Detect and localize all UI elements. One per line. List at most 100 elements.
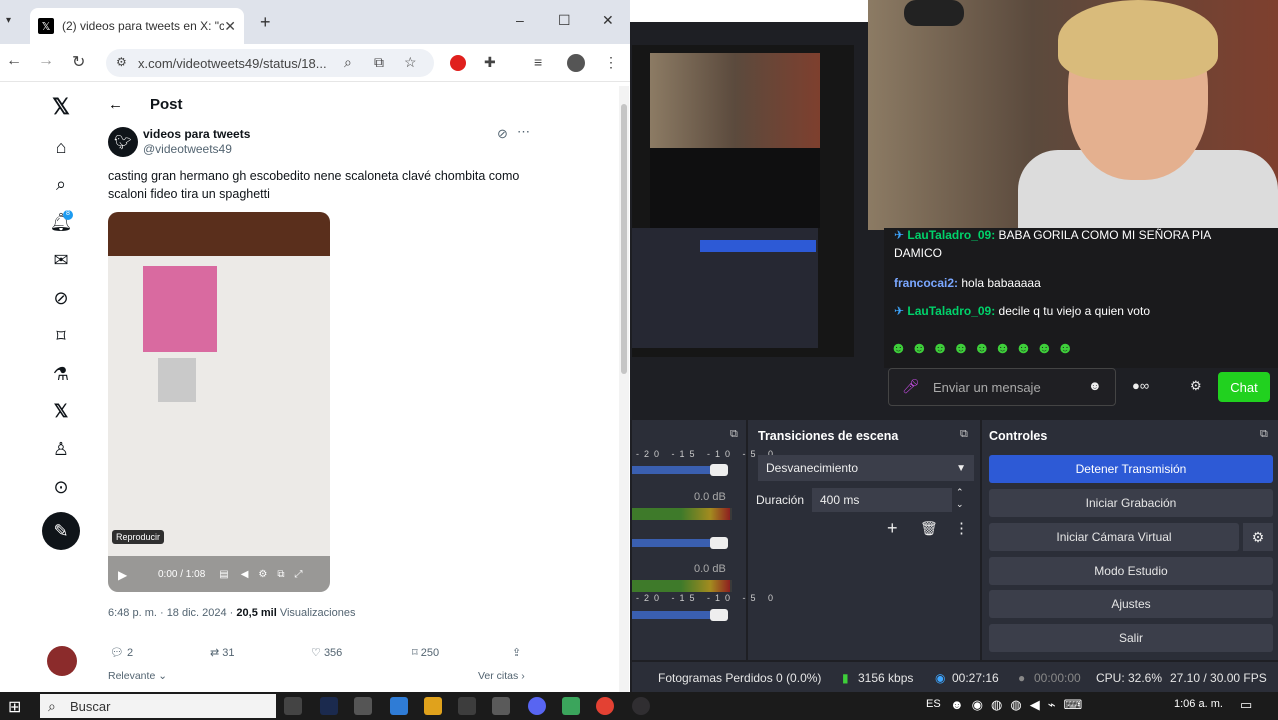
transition-menu-icon[interactable]: ⋮ (954, 519, 969, 537)
app-icon[interactable] (562, 697, 580, 715)
obs-status-bar: Fotogramas Perdidos 0 (0.0%) ▮ 3156 kbps… (632, 662, 1278, 692)
play-icon[interactable]: ▶ (118, 568, 127, 582)
chat-input[interactable]: Enviar un mensaje (888, 368, 1116, 406)
volume-icon[interactable]: ◀ (241, 569, 249, 580)
back-icon[interactable]: ← (6, 52, 22, 70)
chat-settings-icon[interactable]: ⚙ (1190, 378, 1202, 394)
settings-icon[interactable]: ⚙ (258, 569, 267, 580)
reply-button[interactable]: 💬︎ 2 (110, 646, 133, 659)
profile-icon[interactable]: ♙ (48, 436, 74, 462)
chat-user: LauTaladro_09: (907, 228, 996, 242)
minimize-button[interactable]: – (516, 12, 524, 28)
profile-avatar[interactable] (567, 54, 585, 72)
calculator-icon[interactable] (354, 697, 372, 715)
like-button[interactable]: ♡ 356 (311, 646, 342, 659)
bookmarks-icon[interactable]: ⌑ (48, 323, 74, 349)
volume-handle[interactable] (710, 537, 728, 549)
stop-stream-button[interactable]: Detener Transmisión (989, 455, 1273, 483)
transition-select[interactable]: Desvanecimiento ▼ (758, 455, 974, 481)
start-recording-button[interactable]: Iniciar Grabación (989, 489, 1273, 517)
maximize-button[interactable]: ☐ (558, 12, 571, 29)
tray-icons[interactable]: ☻◉◍◍◀⌁⌨ (950, 697, 1090, 713)
scrollbar-thumb[interactable] (621, 104, 627, 374)
points-icon[interactable]: ●∞ (1132, 378, 1149, 393)
more-icon[interactable]: ⊙ (48, 474, 74, 500)
chat-message: ✈ LauTaladro_09: decile q tu viejo a qui… (894, 304, 1150, 318)
browser-tab[interactable]: 𝕏 (2) videos para tweets en X: "ca ✕ (30, 8, 244, 44)
menu-icon[interactable]: ⋮ (604, 54, 618, 71)
site-info-icon[interactable]: ⚙ (116, 55, 127, 69)
emoji-icon[interactable]: ☻ (1088, 378, 1102, 393)
jobs-icon[interactable]: ⚗ (48, 361, 74, 387)
volume-handle[interactable] (710, 464, 728, 476)
page-title: Post (150, 96, 183, 113)
messages-icon[interactable]: ✉ (48, 247, 74, 273)
bookmark-star-icon[interactable]: ☆ (404, 54, 417, 71)
more-options-icon[interactable]: ⋯ (517, 124, 530, 140)
back-arrow-icon[interactable]: ← (108, 96, 123, 113)
exit-button[interactable]: Salir (989, 624, 1273, 652)
install-icon[interactable]: ⧉ (374, 54, 384, 71)
photoshop-icon[interactable] (320, 697, 338, 715)
notification-center-icon[interactable]: ▭ (1240, 697, 1252, 713)
pip-icon[interactable]: ⧉ (277, 569, 284, 580)
opera-extension-icon[interactable] (450, 55, 466, 71)
zoom-icon[interactable]: ⌕ (344, 54, 352, 71)
x-logo-icon[interactable]: 𝕏 (48, 94, 74, 120)
windows-start-icon[interactable]: ⊞ (8, 697, 21, 717)
fullscreen-icon[interactable]: ⤢ (295, 569, 303, 580)
captions-icon[interactable]: ▤ (219, 569, 228, 580)
reload-icon[interactable]: ↻ (72, 52, 85, 72)
start-virtual-cam-button[interactable]: Iniciar Cámara Virtual (989, 523, 1239, 551)
volume-handle[interactable] (710, 609, 728, 621)
taskbar-search[interactable]: ⌕ Buscar (40, 694, 276, 718)
view-quotes-link[interactable]: Ver citas › (478, 670, 525, 682)
studio-mode-button[interactable]: Modo Estudio (989, 557, 1273, 585)
url-field[interactable]: x.com/videotweets49/status/18... (106, 49, 434, 77)
bookmark-button[interactable]: ⌑ 250 (412, 646, 439, 659)
notification-badge: 8 (63, 210, 73, 220)
media-icon[interactable]: ≡ (534, 54, 542, 70)
dock-float-icon[interactable]: ⧉ (1260, 428, 1268, 441)
chrome-icon[interactable] (596, 697, 614, 715)
new-tab-icon[interactable]: + (260, 12, 271, 33)
premium-icon[interactable]: 𝕏 (48, 398, 74, 424)
chat-send-button[interactable]: Chat (1218, 372, 1270, 402)
tab-search-icon[interactable]: ▾ (6, 15, 11, 26)
obs-icon[interactable] (632, 697, 650, 715)
explore-icon[interactable]: ⌕ (48, 171, 74, 197)
grok-icon[interactable]: ⊘ (48, 285, 74, 311)
dock-float-icon[interactable]: ⧉ (960, 428, 968, 441)
author-handle[interactable]: @videotweets49 (143, 142, 232, 156)
author-avatar[interactable]: 🐦︎ (108, 127, 138, 157)
duration-stepper[interactable]: ⌃ ⌄ (956, 486, 964, 510)
app-icon[interactable] (492, 697, 510, 715)
delete-transition-icon[interactable]: 🗑︎ (920, 520, 938, 537)
forward-icon[interactable]: → (38, 52, 54, 70)
explorer-icon[interactable] (424, 697, 442, 715)
close-tab-icon[interactable]: ✕ (224, 18, 236, 35)
language-indicator[interactable]: ES (926, 698, 941, 710)
settings-button[interactable]: Ajustes (989, 590, 1273, 618)
close-window-button[interactable]: ✕ (602, 12, 614, 29)
home-icon[interactable]: ⌂ (48, 134, 74, 160)
terminal-icon[interactable] (458, 697, 476, 715)
virtual-cam-settings-icon[interactable]: ⚙ (1243, 523, 1273, 551)
compose-post-button[interactable]: ✎ (42, 512, 80, 550)
grok-analyze-icon[interactable]: ⊘ (497, 126, 508, 142)
dock-float-icon[interactable]: ⧉ (730, 428, 738, 441)
add-transition-icon[interactable]: + (887, 518, 898, 539)
extensions-icon[interactable]: ✚ (484, 54, 496, 71)
reply-sort-dropdown[interactable]: Relevante ⌄ (108, 670, 167, 682)
edge-icon[interactable] (390, 697, 408, 715)
discord-icon[interactable] (528, 697, 546, 715)
mic-icon[interactable]: 🎤︎ (902, 378, 920, 395)
task-view-icon[interactable] (284, 697, 302, 715)
video-player[interactable]: Reproducir 0:00 / 1:08 ▤ ◀ ⚙ ⧉ ⤢ ▶ (108, 212, 330, 592)
repost-button[interactable]: ⇄ 31 (210, 646, 235, 659)
duration-field[interactable]: 400 ms (812, 488, 952, 512)
clock[interactable]: 1:06 a. m. (1174, 698, 1223, 710)
share-icon[interactable]: ⇪ (512, 646, 521, 659)
author-name[interactable]: videos para tweets (143, 127, 250, 141)
account-avatar[interactable] (47, 646, 77, 676)
